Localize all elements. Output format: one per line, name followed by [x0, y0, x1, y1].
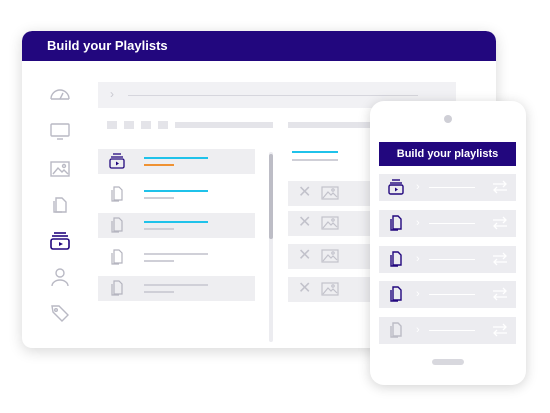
- close-icon[interactable]: ✕: [298, 280, 311, 298]
- chevron-right-icon: ›: [416, 217, 420, 229]
- user-icon[interactable]: [48, 267, 72, 287]
- phone-list-item[interactable]: ›: [379, 210, 516, 237]
- list-item[interactable]: [98, 149, 255, 174]
- gauge-icon[interactable]: [48, 84, 72, 104]
- swap-icon[interactable]: [491, 286, 509, 302]
- image-icon[interactable]: [48, 159, 72, 179]
- chevron-right-icon: ›: [416, 288, 420, 300]
- breadcrumb-placeholder: [128, 95, 418, 96]
- playlist-icon: [109, 152, 125, 170]
- tag-icon[interactable]: [48, 302, 72, 322]
- list-item-subtitle: [144, 291, 174, 293]
- list-item[interactable]: [98, 245, 255, 270]
- chevron-right-icon: ›: [416, 253, 420, 265]
- selected-subtitle-placeholder: [292, 159, 338, 161]
- toolbar-placeholder: [107, 121, 117, 129]
- phone-mockup: Build your playlists › › › › ›: [370, 101, 526, 385]
- chevron-right-icon: ›: [416, 324, 420, 336]
- chevron-right-icon: ›: [416, 181, 420, 193]
- list-item-title: [144, 157, 208, 159]
- image-icon: [321, 282, 339, 296]
- phone-list-item[interactable]: ›: [379, 246, 516, 273]
- phone-item-placeholder: [429, 223, 475, 224]
- phone-list-item[interactable]: ›: [379, 281, 516, 308]
- list-item[interactable]: [98, 276, 255, 301]
- scrollbar-thumb[interactable]: [269, 154, 273, 239]
- close-icon[interactable]: ✕: [298, 247, 311, 265]
- phone-item-placeholder: [429, 294, 475, 295]
- close-icon[interactable]: ✕: [298, 184, 311, 202]
- phone-item-placeholder: [429, 259, 475, 260]
- files-icon: [388, 285, 404, 303]
- phone-item-placeholder: [429, 330, 475, 331]
- list-item[interactable]: [98, 213, 255, 238]
- swap-icon[interactable]: [491, 179, 509, 195]
- selected-title-placeholder: [292, 151, 338, 153]
- files-icon: [109, 279, 125, 297]
- desktop-title: Build your Playlists: [22, 31, 496, 61]
- phone-item-placeholder: [429, 187, 475, 188]
- home-button[interactable]: [432, 359, 464, 365]
- image-icon: [321, 186, 339, 200]
- image-icon: [321, 216, 339, 230]
- image-icon: [321, 249, 339, 263]
- swap-icon[interactable]: [491, 322, 509, 338]
- swap-icon[interactable]: [491, 215, 509, 231]
- playlist-icon[interactable]: [48, 231, 72, 251]
- list-item[interactable]: [98, 182, 255, 207]
- list-item-subtitle: [144, 197, 174, 199]
- list-item-title: [144, 190, 208, 192]
- toolbar-placeholder: [158, 121, 168, 129]
- phone-title: Build your playlists: [379, 142, 516, 166]
- camera-icon: [444, 115, 452, 123]
- files-icon[interactable]: [48, 194, 72, 214]
- phone-list-item[interactable]: ›: [379, 174, 516, 201]
- playlist-icon: [388, 178, 404, 196]
- list-item-subtitle: [144, 164, 174, 166]
- toolbar-placeholder: [175, 122, 273, 128]
- list-item-title: [144, 221, 208, 223]
- toolbar-placeholder: [141, 121, 151, 129]
- files-icon: [388, 250, 404, 268]
- files-icon: [109, 185, 125, 203]
- phone-list-item[interactable]: ›: [379, 317, 516, 344]
- list-item-title: [144, 284, 208, 286]
- list-item-subtitle: [144, 228, 174, 230]
- monitor-icon[interactable]: [48, 121, 72, 141]
- list-item-title: [144, 253, 208, 255]
- swap-icon[interactable]: [491, 251, 509, 267]
- files-icon: [388, 321, 404, 339]
- close-icon[interactable]: ✕: [298, 214, 311, 232]
- files-icon: [109, 216, 125, 234]
- files-icon: [109, 248, 125, 266]
- toolbar-placeholder: [124, 121, 134, 129]
- chevron-right-icon: ›: [110, 87, 114, 101]
- list-item-subtitle: [144, 260, 174, 262]
- files-icon: [388, 214, 404, 232]
